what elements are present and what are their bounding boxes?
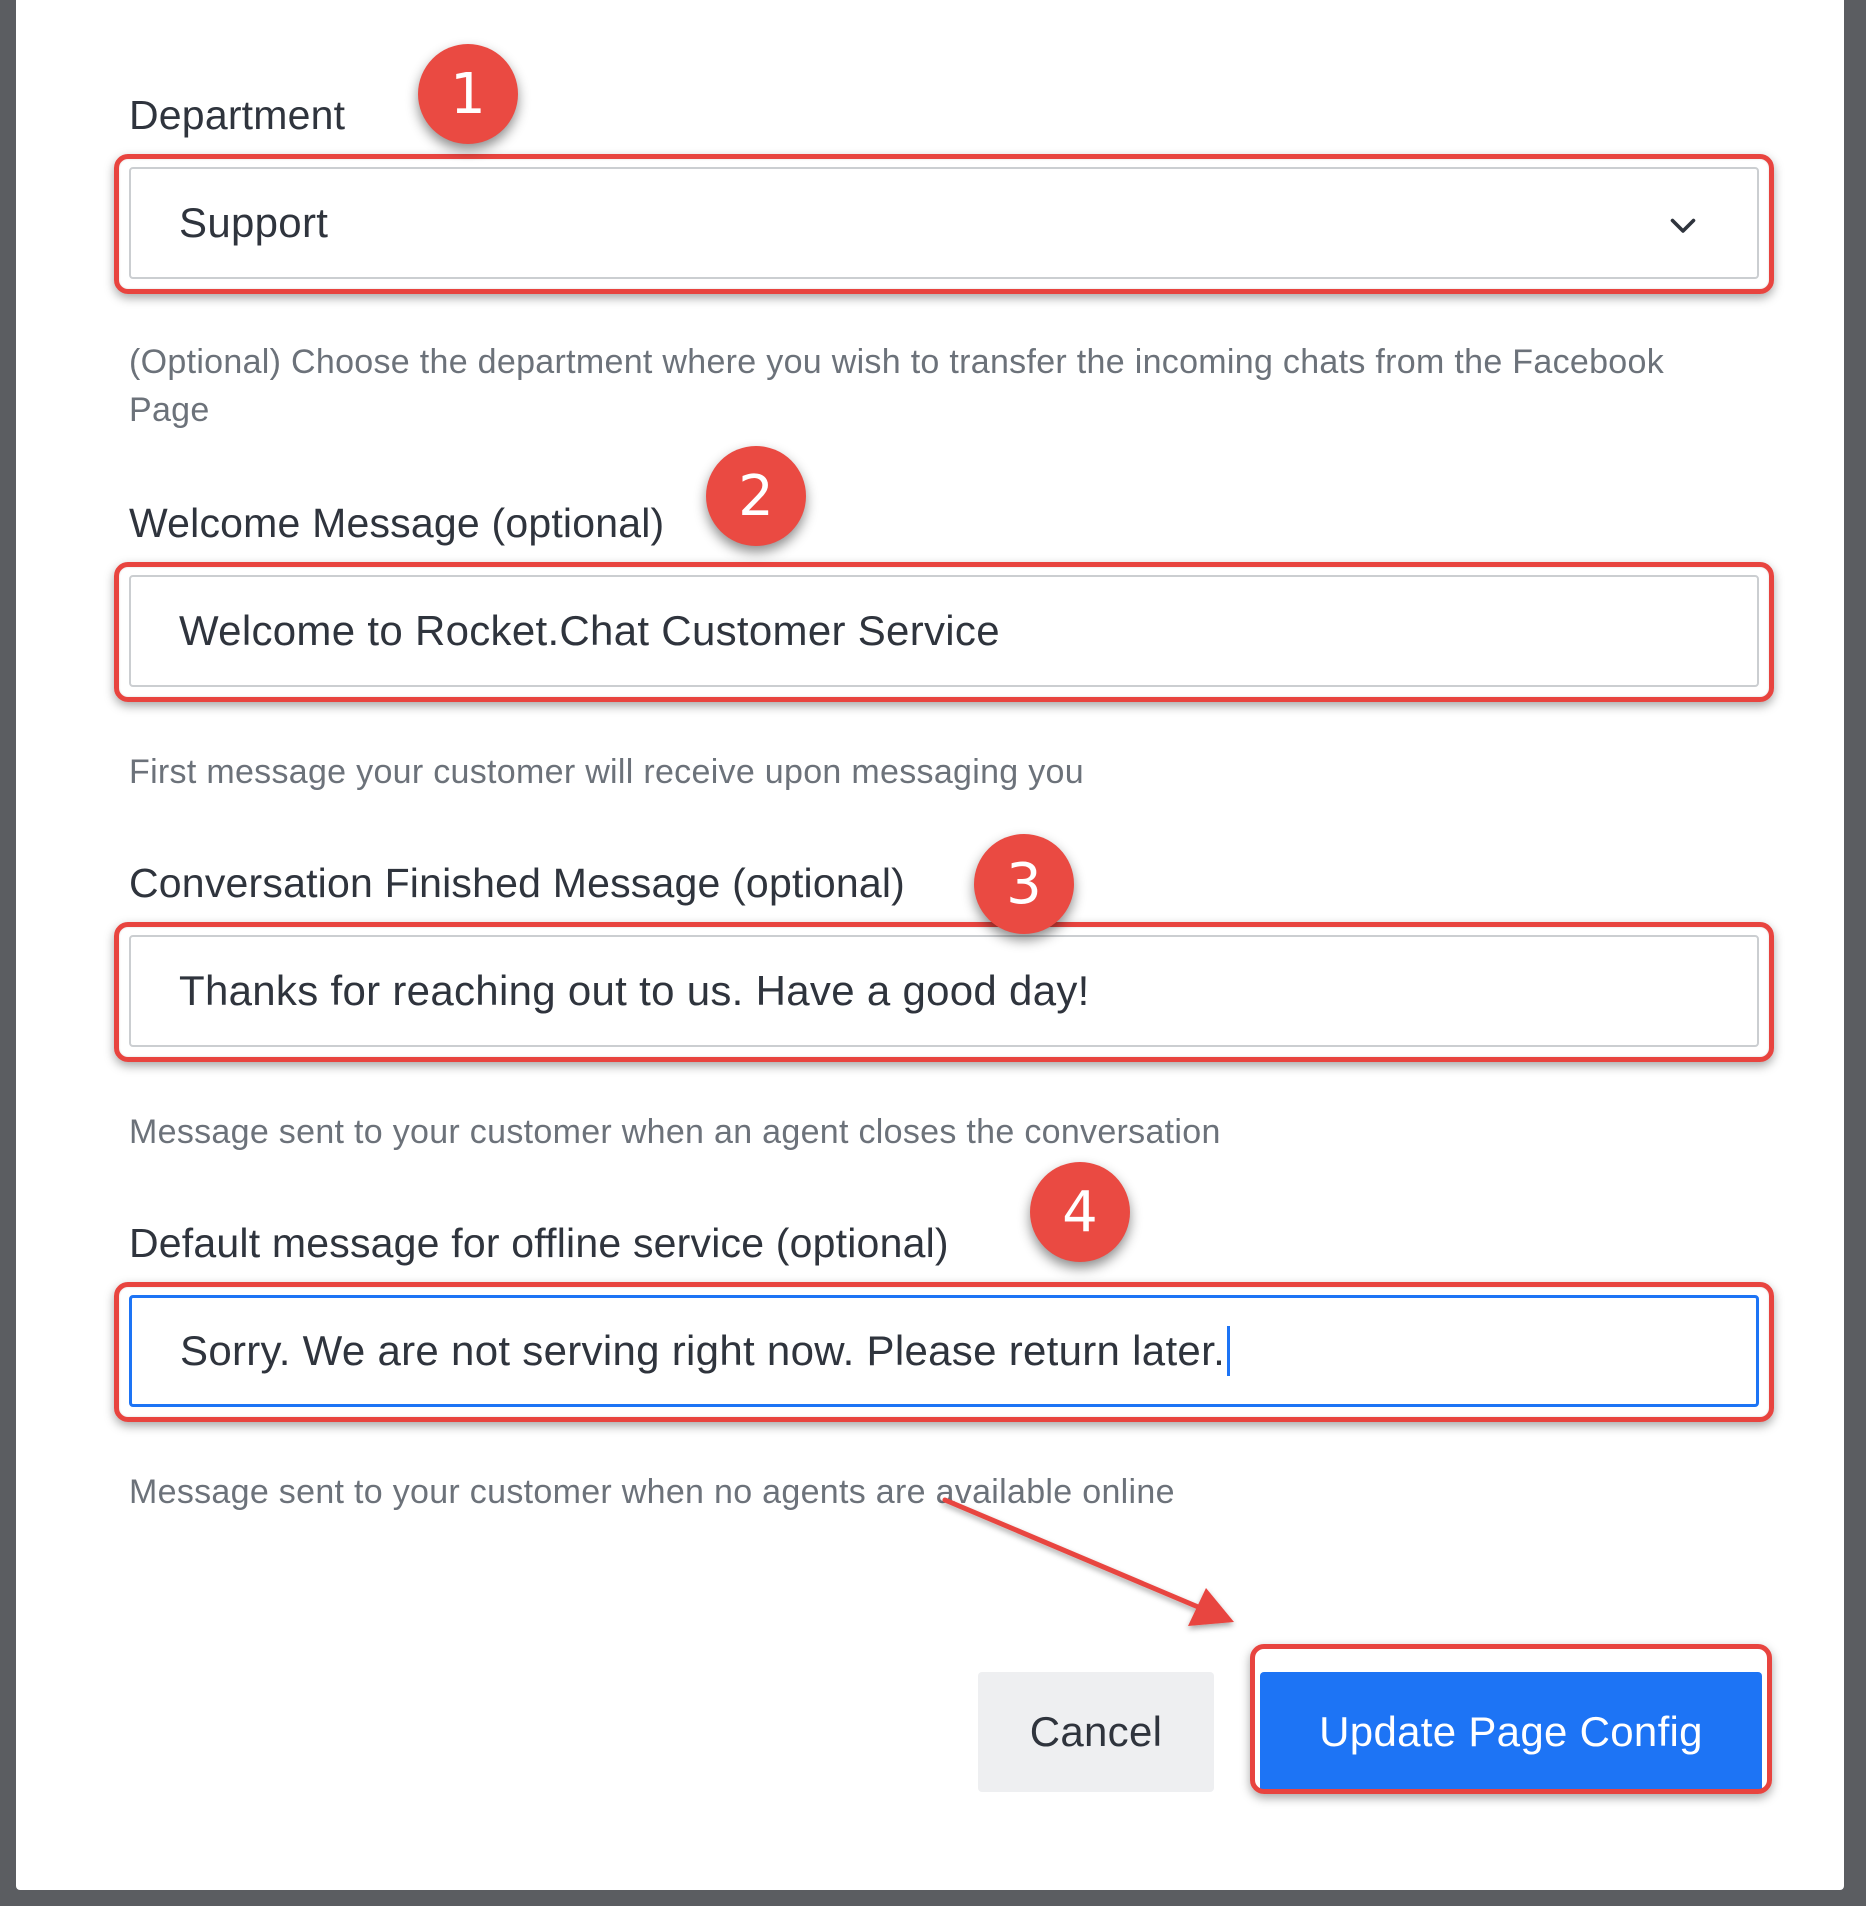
cancel-button[interactable]: Cancel	[978, 1672, 1214, 1792]
chevron-down-icon	[1670, 218, 1696, 233]
welcome-message-input[interactable]: Welcome to Rocket.Chat Customer Service	[129, 575, 1759, 687]
finished-message-value: Thanks for reaching out to us. Have a go…	[179, 967, 1090, 1014]
annotation-badge-4: 4	[1030, 1162, 1130, 1262]
finished-message-input[interactable]: Thanks for reaching out to us. Have a go…	[129, 935, 1759, 1047]
welcome-message-value: Welcome to Rocket.Chat Customer Service	[179, 607, 1000, 654]
finished-message-hint: Message sent to your customer when an ag…	[129, 1113, 1221, 1151]
finished-message-label: Conversation Finished Message (optional)	[129, 860, 906, 906]
welcome-message-label: Welcome Message (optional)	[129, 500, 665, 546]
offline-message-text: Sorry. We are not serving right now. Ple…	[180, 1327, 1226, 1374]
annotation-badge-1: 1	[418, 44, 518, 144]
annotation-highlight-submit	[1250, 1644, 1772, 1794]
annotation-badge-2: 2	[706, 446, 806, 546]
department-select[interactable]: Support	[129, 167, 1759, 279]
offline-message-input[interactable]: Sorry. We are not serving right now. Ple…	[129, 1295, 1759, 1407]
config-modal: Department Support 1 (Optional) Choose t…	[16, 0, 1844, 1890]
offline-message-label: Default message for offline service (opt…	[129, 1220, 949, 1266]
offline-message-hint: Message sent to your customer when no ag…	[129, 1473, 1175, 1511]
annotation-badge-3: 3	[974, 834, 1074, 934]
text-caret	[1227, 1326, 1231, 1376]
offline-message-value: Sorry. We are not serving right now. Ple…	[180, 1298, 1231, 1404]
department-label: Department	[129, 92, 346, 138]
department-hint: (Optional) Choose the department where y…	[129, 343, 1665, 429]
department-selected-value: Support	[179, 199, 329, 246]
welcome-message-hint: First message your customer will receive…	[129, 753, 1084, 791]
